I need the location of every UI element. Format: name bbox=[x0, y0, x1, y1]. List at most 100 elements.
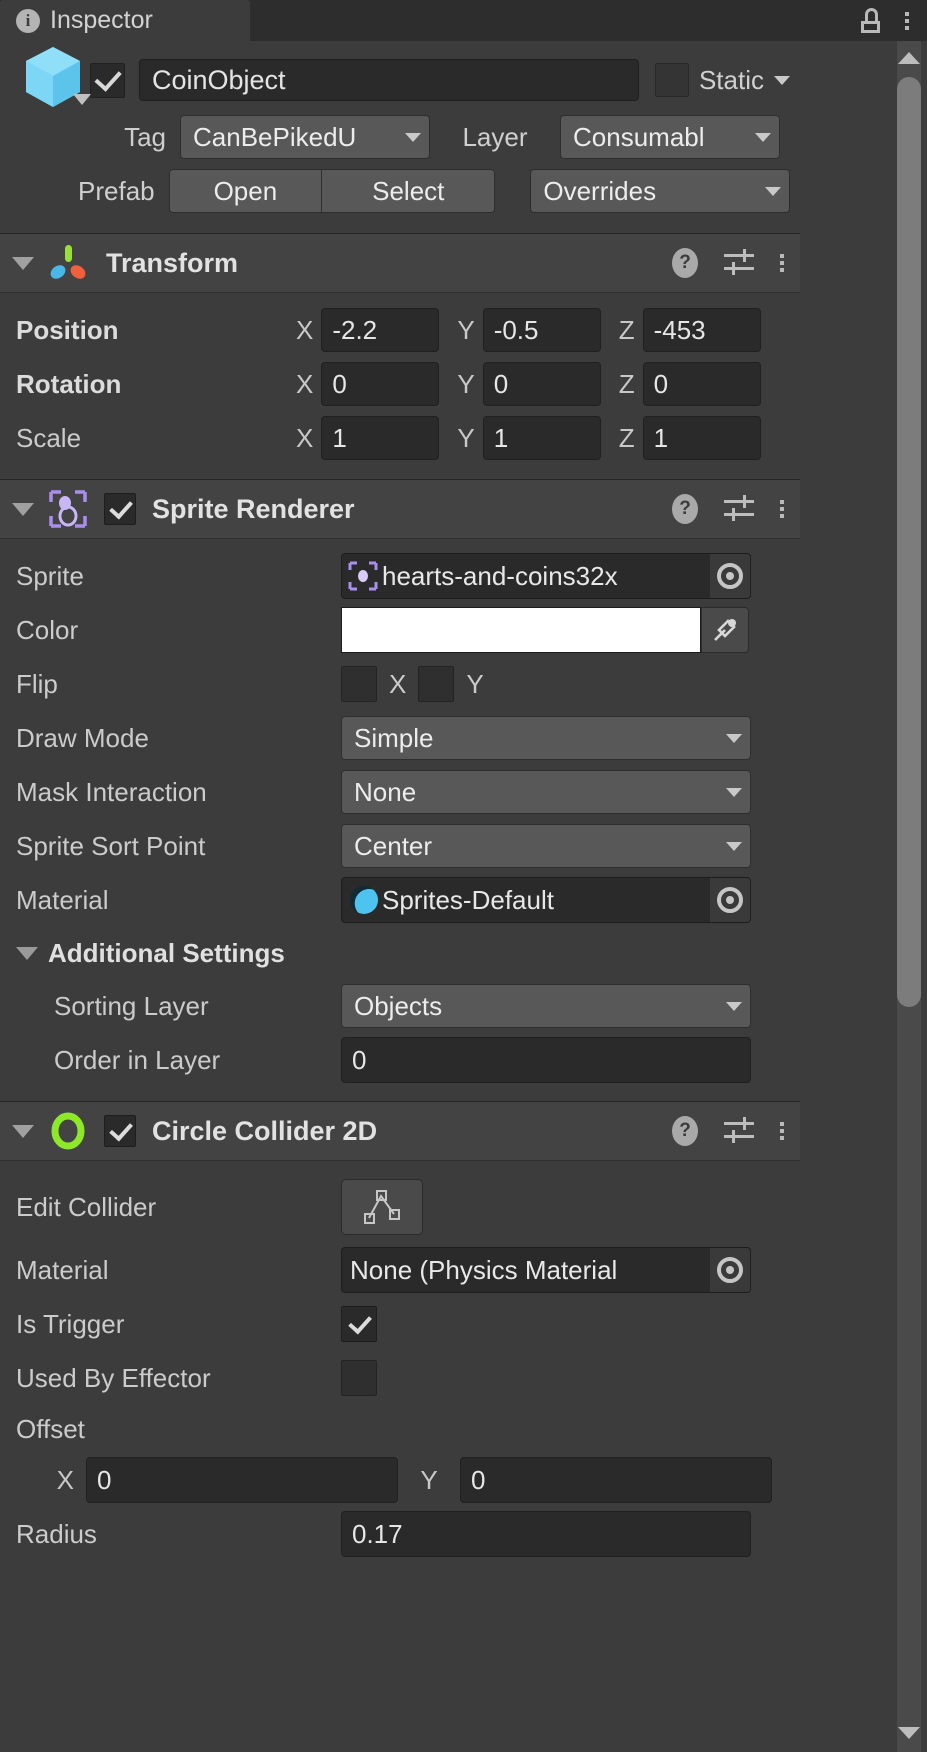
sprite-label: Sprite bbox=[16, 560, 84, 591]
scrollbar-thumb[interactable] bbox=[897, 77, 921, 1007]
prefab-overrides-dropdown[interactable]: Overrides bbox=[530, 169, 790, 213]
rotation-x-input[interactable]: 0 bbox=[321, 362, 440, 406]
foldout-arrow-icon[interactable] bbox=[12, 502, 34, 516]
rotation-z-input[interactable]: 0 bbox=[642, 362, 761, 406]
help-icon[interactable]: ? bbox=[672, 1116, 698, 1146]
material-picker-button[interactable] bbox=[710, 878, 750, 922]
circle-collider-2d-icon bbox=[51, 1112, 85, 1150]
kebab-menu-icon[interactable] bbox=[780, 1122, 784, 1140]
draw-mode-label: Draw Mode bbox=[16, 722, 149, 753]
preset-icon[interactable] bbox=[724, 249, 754, 277]
additional-settings-foldout[interactable]: Additional Settings bbox=[16, 927, 784, 979]
collider-material-object-field[interactable]: None (Physics Material bbox=[341, 1247, 751, 1293]
help-icon[interactable]: ? bbox=[672, 494, 698, 524]
position-x-input[interactable]: -2.2 bbox=[321, 308, 440, 352]
component-body-transform: Position X -2.2 Y -0.5 Z -453 Rotation X… bbox=[0, 293, 800, 479]
mask-interaction-dropdown[interactable]: None bbox=[341, 770, 751, 814]
chevron-down-icon bbox=[755, 132, 771, 142]
sprite-sort-point-dropdown[interactable]: Center bbox=[341, 824, 751, 868]
foldout-arrow-icon[interactable] bbox=[12, 1124, 34, 1138]
component-header-circle-collider-2d[interactable]: Circle Collider 2D ? bbox=[0, 1101, 800, 1161]
position-z-input[interactable]: -453 bbox=[642, 308, 761, 352]
offset-label: Offset bbox=[16, 1413, 85, 1444]
edit-collider-label: Edit Collider bbox=[16, 1191, 157, 1222]
tab-inspector[interactable]: i Inspector bbox=[0, 0, 250, 41]
sprite-sort-point-label: Sprite Sort Point bbox=[16, 830, 206, 861]
foldout-arrow-icon[interactable] bbox=[16, 946, 38, 960]
sprite-row: Sprite hearts-and-coins32x bbox=[16, 549, 784, 603]
gameobject-icon[interactable] bbox=[10, 42, 91, 118]
component-body-sprite-renderer: Sprite hearts-and-coins32x Color Flip X … bbox=[0, 539, 800, 1101]
tag-dropdown[interactable]: CanBePikedU bbox=[180, 115, 430, 159]
sprite-renderer-enabled-checkbox[interactable] bbox=[104, 493, 136, 525]
kebab-menu-icon[interactable] bbox=[905, 11, 909, 30]
is-trigger-checkbox[interactable] bbox=[341, 1306, 377, 1342]
prefab-open-button[interactable]: Open bbox=[168, 169, 323, 213]
offset-y-input[interactable]: 0 bbox=[460, 1457, 772, 1503]
gameobject-name-input[interactable]: CoinObject bbox=[139, 59, 639, 101]
scale-x-input[interactable]: 1 bbox=[321, 416, 440, 460]
offset-y-label: Y bbox=[420, 1464, 438, 1495]
sprite-object-field[interactable]: hearts-and-coins32x bbox=[341, 553, 751, 599]
inspector-scrollbar[interactable] bbox=[800, 41, 927, 1752]
order-in-layer-input[interactable]: 0 bbox=[341, 1037, 751, 1083]
draw-mode-dropdown[interactable]: Simple bbox=[341, 716, 751, 760]
transform-position-row: Position X -2.2 Y -0.5 Z -453 bbox=[16, 303, 784, 357]
arrow-up-icon bbox=[898, 52, 920, 64]
material-object-field[interactable]: Sprites-Default bbox=[341, 877, 751, 923]
edit-collider-button[interactable] bbox=[341, 1179, 423, 1235]
flip-row: Flip X Y bbox=[16, 657, 784, 711]
chevron-down-icon bbox=[726, 841, 742, 851]
chevron-down-icon bbox=[405, 132, 421, 142]
gameobject-icon-dropdown-arrow[interactable] bbox=[73, 94, 91, 105]
radius-input[interactable]: 0.17 bbox=[341, 1511, 751, 1557]
kebab-menu-icon[interactable] bbox=[780, 500, 784, 518]
used-by-effector-checkbox[interactable] bbox=[341, 1360, 377, 1396]
help-icon[interactable]: ? bbox=[672, 248, 698, 278]
axis-y-label: Y bbox=[457, 422, 475, 453]
material-asset-icon bbox=[350, 886, 378, 914]
mask-interaction-label: Mask Interaction bbox=[16, 776, 207, 807]
axis-y-label: Y bbox=[457, 314, 475, 345]
chevron-down-icon bbox=[726, 787, 742, 797]
mask-interaction-value: None bbox=[354, 776, 417, 807]
sprite-picker-button[interactable] bbox=[710, 554, 750, 598]
collider-material-value: None (Physics Material bbox=[350, 1254, 618, 1285]
preset-icon[interactable] bbox=[724, 1117, 754, 1145]
component-header-transform[interactable]: Transform ? bbox=[0, 233, 800, 293]
mask-interaction-row: Mask Interaction None bbox=[16, 765, 784, 819]
layer-label: Layer bbox=[462, 121, 528, 152]
foldout-arrow-icon[interactable] bbox=[12, 256, 34, 270]
component-header-sprite-renderer[interactable]: Sprite Renderer ? bbox=[0, 479, 800, 539]
flip-y-checkbox[interactable] bbox=[418, 666, 455, 702]
offset-x-input[interactable]: 0 bbox=[86, 1457, 398, 1503]
lock-open-icon[interactable] bbox=[861, 7, 883, 34]
kebab-menu-icon[interactable] bbox=[780, 254, 784, 272]
prefab-select-button[interactable]: Select bbox=[322, 169, 496, 213]
color-swatch[interactable] bbox=[341, 607, 701, 653]
eyedropper-button[interactable] bbox=[701, 607, 749, 653]
radius-row: Radius 0.17 bbox=[16, 1507, 784, 1561]
preset-icon[interactable] bbox=[724, 495, 754, 523]
collider-material-picker-button[interactable] bbox=[710, 1248, 750, 1292]
scale-label: Scale bbox=[16, 422, 82, 453]
spacer bbox=[0, 219, 800, 233]
scroll-up-button[interactable] bbox=[896, 45, 922, 71]
static-checkbox[interactable] bbox=[654, 63, 689, 97]
scale-z-input[interactable]: 1 bbox=[642, 416, 761, 460]
flip-x-checkbox[interactable] bbox=[341, 666, 377, 702]
is-trigger-row: Is Trigger bbox=[16, 1297, 784, 1351]
scroll-down-button[interactable] bbox=[896, 1720, 922, 1746]
position-y-input[interactable]: -0.5 bbox=[482, 308, 601, 352]
component-title-circle-collider-2d: Circle Collider 2D bbox=[152, 1115, 378, 1146]
sorting-layer-dropdown[interactable]: Objects bbox=[341, 984, 751, 1028]
axis-x-label: X bbox=[296, 314, 314, 345]
layer-dropdown[interactable]: Consumabl bbox=[560, 115, 780, 159]
circle-collider-enabled-checkbox[interactable] bbox=[104, 1115, 136, 1147]
component-title-sprite-renderer: Sprite Renderer bbox=[152, 493, 355, 524]
rotation-y-input[interactable]: 0 bbox=[482, 362, 601, 406]
transform-scale-row: Scale X 1 Y 1 Z 1 bbox=[16, 411, 784, 465]
static-chevron-down-icon[interactable] bbox=[774, 75, 790, 85]
scale-y-input[interactable]: 1 bbox=[482, 416, 601, 460]
gameobject-active-checkbox[interactable] bbox=[90, 62, 125, 98]
